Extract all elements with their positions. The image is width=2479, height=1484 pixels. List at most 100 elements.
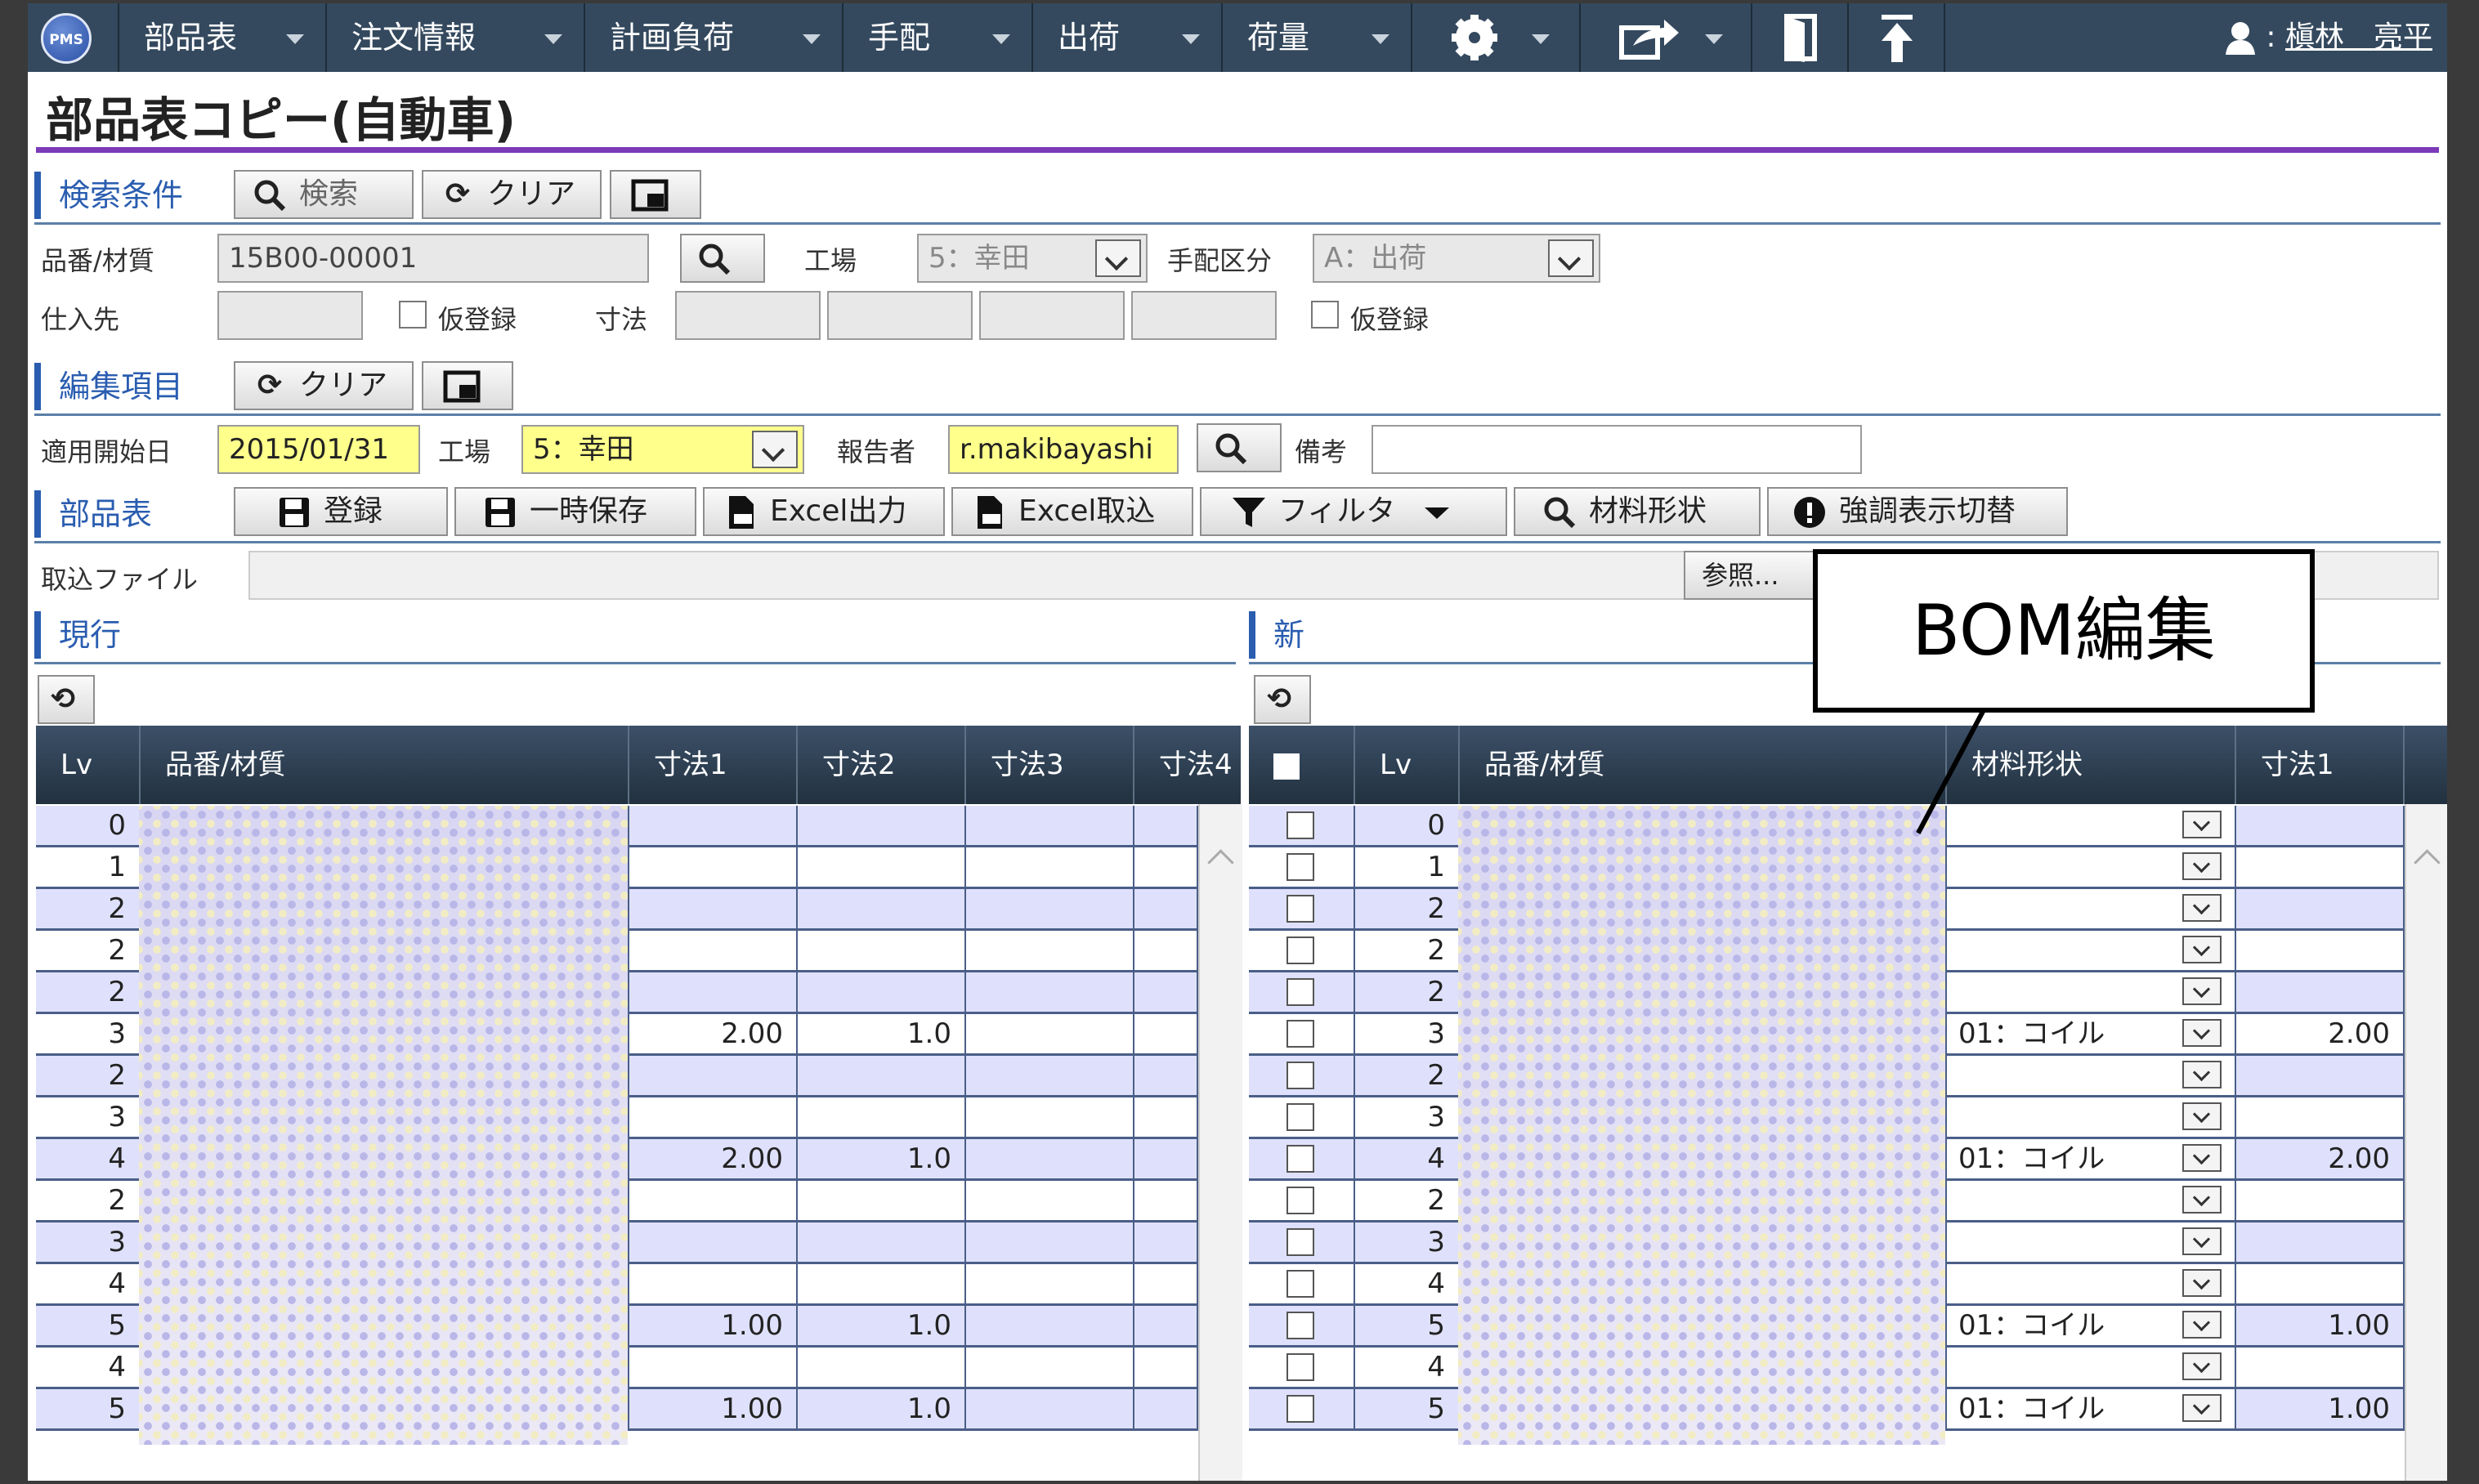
reporter-input[interactable]: r.makibayashi bbox=[948, 425, 1179, 474]
row-checkbox[interactable] bbox=[1286, 1353, 1314, 1381]
col-lv[interactable]: Lv bbox=[36, 726, 141, 804]
provisional-checkbox-2[interactable] bbox=[1311, 301, 1339, 329]
row-checkbox[interactable] bbox=[1286, 978, 1314, 1006]
nav-shipping[interactable]: 出荷 bbox=[1033, 3, 1223, 72]
col-dim4[interactable]: 寸法4 bbox=[1134, 726, 1241, 804]
row-checkbox[interactable] bbox=[1286, 1312, 1314, 1339]
excel-import-button[interactable]: Excel取込 bbox=[951, 487, 1193, 536]
row-checkbox[interactable] bbox=[1286, 853, 1314, 881]
material-shape-select[interactable] bbox=[1947, 1264, 2236, 1303]
new-grid-scrollbar[interactable] bbox=[2405, 804, 2447, 1481]
material-shape-select[interactable] bbox=[1947, 1097, 2236, 1137]
nav-arrangement[interactable]: 手配 bbox=[843, 3, 1033, 72]
row-checkbox[interactable] bbox=[1286, 811, 1314, 839]
chevron-down-icon[interactable] bbox=[2182, 1186, 2222, 1214]
nav-order-info[interactable]: 注文情報 bbox=[327, 3, 585, 72]
material-shape-select[interactable] bbox=[1947, 1056, 2236, 1095]
row-checkbox[interactable] bbox=[1286, 1395, 1314, 1423]
material-shape-select[interactable]: 01：コイル bbox=[1947, 1139, 2236, 1178]
search-clear-button[interactable]: ⟳ クリア bbox=[422, 170, 602, 219]
chevron-down-icon[interactable] bbox=[2182, 894, 2222, 922]
current-grid-scrollbar[interactable] bbox=[1198, 804, 1242, 1481]
material-shape-select[interactable]: 01：コイル bbox=[1947, 1389, 2236, 1428]
row-checkbox[interactable] bbox=[1286, 1020, 1314, 1048]
col-dim-next[interactable] bbox=[2405, 726, 2447, 804]
col-dim2[interactable]: 寸法2 bbox=[798, 726, 966, 804]
row-checkbox[interactable] bbox=[1286, 1187, 1314, 1214]
temp-save-button[interactable]: 一時保存 bbox=[454, 487, 696, 536]
current-refresh-button[interactable]: ⟲ bbox=[38, 675, 95, 724]
material-shape-select[interactable] bbox=[1947, 1223, 2236, 1262]
part-lookup-button[interactable] bbox=[680, 234, 765, 283]
reporter-lookup-button[interactable] bbox=[1197, 423, 1282, 472]
user-info[interactable]: : 槇林 亮平 bbox=[2224, 3, 2432, 72]
select-all-checkbox[interactable] bbox=[1273, 753, 1300, 780]
settings-menu[interactable] bbox=[1412, 3, 1581, 72]
dimension-4-input[interactable] bbox=[1131, 291, 1277, 340]
material-shape-button[interactable]: 材料形状 bbox=[1514, 487, 1761, 536]
row-checkbox[interactable] bbox=[1286, 1062, 1314, 1089]
material-shape-select[interactable]: 01：コイル bbox=[1947, 1014, 2236, 1053]
nav-load-volume[interactable]: 荷量 bbox=[1223, 3, 1412, 72]
provisional-checkbox[interactable] bbox=[399, 301, 427, 329]
col-select-all[interactable] bbox=[1249, 726, 1355, 804]
material-shape-select[interactable] bbox=[1947, 889, 2236, 928]
nav-parts-list[interactable]: 部品表 bbox=[119, 3, 327, 72]
material-shape-select[interactable] bbox=[1947, 806, 2236, 845]
chevron-down-icon[interactable] bbox=[2182, 852, 2222, 880]
row-checkbox[interactable] bbox=[1286, 1103, 1314, 1131]
chevron-down-icon[interactable] bbox=[2182, 1102, 2222, 1130]
chevron-down-icon[interactable] bbox=[2182, 1061, 2222, 1088]
share-menu[interactable] bbox=[1581, 3, 1752, 72]
chevron-down-icon[interactable] bbox=[2182, 977, 2222, 1005]
highlight-toggle-button[interactable]: 強調表示切替 bbox=[1767, 487, 2068, 536]
material-shape-select[interactable] bbox=[1947, 847, 2236, 887]
col-material-shape[interactable]: 材料形状 bbox=[1947, 726, 2236, 804]
nav-plan-load[interactable]: 計画負荷 bbox=[585, 3, 843, 72]
col-dim1[interactable]: 寸法1 bbox=[2236, 726, 2405, 804]
logout-button[interactable] bbox=[1752, 3, 1849, 72]
chevron-down-icon[interactable] bbox=[2182, 1019, 2222, 1047]
edit-clear-button[interactable]: ⟳ クリア bbox=[234, 361, 414, 410]
row-checkbox[interactable] bbox=[1286, 936, 1314, 964]
material-shape-select[interactable]: 01：コイル bbox=[1947, 1306, 2236, 1345]
note-input[interactable] bbox=[1372, 425, 1862, 474]
edit-factory-select[interactable]: 5：幸田 bbox=[521, 425, 804, 474]
scroll-top-button[interactable] bbox=[1849, 3, 1945, 72]
chevron-down-icon[interactable] bbox=[2182, 811, 2222, 838]
register-button[interactable]: 登録 bbox=[234, 487, 448, 536]
search-expand-button[interactable] bbox=[610, 170, 701, 219]
row-checkbox[interactable] bbox=[1286, 1228, 1314, 1256]
excel-export-button[interactable]: Excel出力 bbox=[703, 487, 945, 536]
chevron-down-icon[interactable] bbox=[2182, 1144, 2222, 1172]
edit-expand-button[interactable] bbox=[422, 361, 513, 410]
factory-select[interactable]: 5：幸田 bbox=[917, 234, 1148, 283]
chevron-down-icon[interactable] bbox=[2182, 1227, 2222, 1255]
material-shape-select[interactable] bbox=[1947, 972, 2236, 1012]
start-date-input[interactable]: 2015/01/31 bbox=[217, 425, 420, 474]
row-checkbox[interactable] bbox=[1286, 895, 1314, 923]
dimension-3-input[interactable] bbox=[979, 291, 1125, 340]
col-part-material[interactable]: 品番/材質 bbox=[1460, 726, 1947, 804]
material-shape-select[interactable] bbox=[1947, 1348, 2236, 1387]
material-shape-select[interactable] bbox=[1947, 931, 2236, 970]
chevron-down-icon[interactable] bbox=[2182, 936, 2222, 963]
row-checkbox[interactable] bbox=[1286, 1145, 1314, 1173]
chevron-down-icon[interactable] bbox=[2182, 1394, 2222, 1422]
row-checkbox[interactable] bbox=[1286, 1270, 1314, 1298]
col-dim3[interactable]: 寸法3 bbox=[966, 726, 1134, 804]
col-part-material[interactable]: 品番/材質 bbox=[141, 726, 629, 804]
supplier-input[interactable] bbox=[217, 291, 363, 340]
chevron-down-icon[interactable] bbox=[2182, 1269, 2222, 1297]
logo-slot[interactable]: PMS bbox=[28, 3, 119, 72]
search-button[interactable]: 検索 bbox=[234, 170, 414, 219]
col-dim1[interactable]: 寸法1 bbox=[629, 726, 798, 804]
dimension-1-input[interactable] bbox=[675, 291, 821, 340]
arrange-type-select[interactable]: A：出荷 bbox=[1313, 234, 1600, 283]
material-shape-select[interactable] bbox=[1947, 1181, 2236, 1220]
new-refresh-button[interactable]: ⟲ bbox=[1254, 675, 1311, 724]
filter-button[interactable]: フィルタ bbox=[1200, 487, 1507, 536]
dimension-2-input[interactable] bbox=[827, 291, 973, 340]
chevron-down-icon[interactable] bbox=[2182, 1352, 2222, 1380]
chevron-down-icon[interactable] bbox=[2182, 1311, 2222, 1339]
